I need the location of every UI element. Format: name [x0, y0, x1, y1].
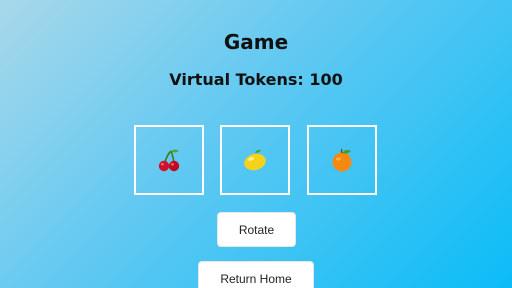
orange-icon — [332, 148, 352, 172]
cherry-icon — [158, 149, 180, 172]
reel-2 — [220, 125, 290, 195]
lemon-icon — [244, 149, 266, 171]
rotate-button[interactable]: Rotate — [217, 212, 296, 247]
page-title: Game — [223, 30, 289, 54]
token-balance: Virtual Tokens: 100 — [169, 70, 343, 89]
reel-1 — [134, 125, 204, 195]
reel-3 — [307, 125, 377, 195]
return-home-button[interactable]: Return Home — [198, 261, 314, 288]
